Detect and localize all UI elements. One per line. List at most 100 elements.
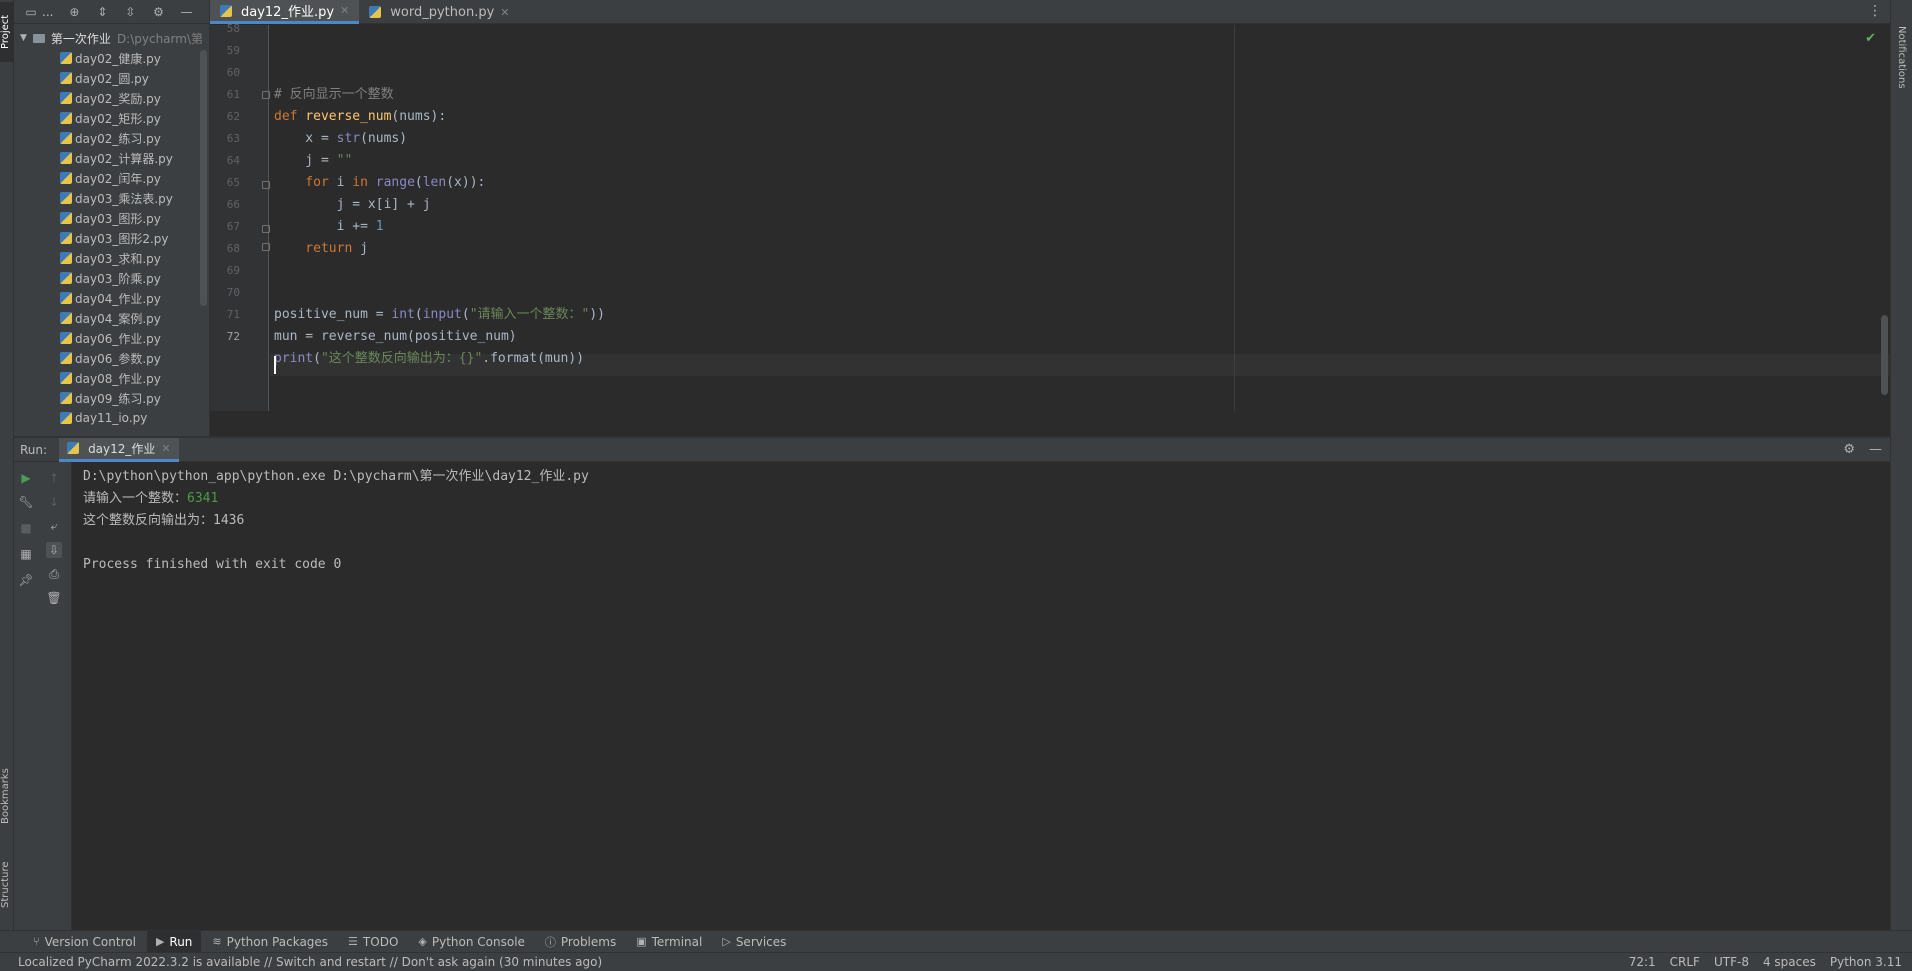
project-file-item[interactable]: day03_图形.py <box>14 208 209 228</box>
terminal-button[interactable]: ▣ Terminal <box>627 931 711 953</box>
project-file-item[interactable]: day06_作业.py <box>14 328 209 348</box>
print-icon[interactable]: ⎙ <box>46 566 62 582</box>
tab-label: day12_作业.py <box>241 5 335 20</box>
project-file-item[interactable]: day03_求和.py <box>14 248 209 268</box>
pin-icon[interactable]: 📌︎ <box>18 572 34 588</box>
project-file-item[interactable]: day08_作业.py <box>14 368 209 388</box>
project-file-label: day03_乘法表.py <box>75 191 173 206</box>
python-console-label: Python Console <box>431 934 525 949</box>
console-output-line: 这个整数反向输出为：1436 <box>83 513 245 528</box>
caret-position[interactable]: 72:1 <box>1629 955 1656 969</box>
line-number: 65 <box>226 176 240 189</box>
collapse-all-icon[interactable]: ⇳ <box>123 5 137 19</box>
problems-button[interactable]: ⓘ Problems <box>536 931 625 953</box>
line-number-gutter[interactable]: 58 59 60 61 62 63 64 65 66 67 68 69 70 71 72 <box>210 22 270 411</box>
version-control-label: Version Control <box>44 934 136 949</box>
fold-marker-icon[interactable] <box>262 225 270 233</box>
run-tool-button[interactable]: ▶ Run <box>146 930 202 953</box>
locate-icon[interactable]: ⊕ <box>67 5 81 19</box>
project-file-item[interactable]: day09_练习.py <box>14 388 209 408</box>
close-icon[interactable]: ✕ <box>500 6 509 19</box>
wrench-icon[interactable]: 🔧︎ <box>18 494 34 510</box>
python-file-icon <box>60 372 72 384</box>
project-file-item[interactable]: day02_练习.py <box>14 128 209 148</box>
chevron-down-icon[interactable]: ▼ <box>20 33 27 43</box>
notifications-tool-tab[interactable]: Notifications <box>1896 26 1907 89</box>
tree-root-folder[interactable]: ▼ 第一次作业 D:\pycharm\第 <box>14 28 209 48</box>
python-file-icon <box>60 252 72 264</box>
run-config-tab[interactable]: day12_作业 ✕ <box>59 437 179 462</box>
project-file-item[interactable]: day04_案例.py <box>14 308 209 328</box>
bookmarks-tool-tab[interactable]: Bookmarks <box>0 756 14 836</box>
python-console-button[interactable]: ◈ Python Console <box>409 931 534 953</box>
keyword-token: return <box>274 241 353 256</box>
hide-icon[interactable]: — <box>179 5 193 19</box>
project-file-item[interactable]: day04_作业.py <box>14 288 209 308</box>
code-editor[interactable]: 58 59 60 61 62 63 64 65 66 67 68 69 70 71 72 # 反向显示一个整… <box>210 22 1890 411</box>
indent-setting[interactable]: 4 spaces <box>1763 955 1816 969</box>
project-view-title[interactable]: ... <box>42 5 53 19</box>
arrow-down-icon[interactable]: ↓ <box>46 494 62 510</box>
stop-icon[interactable]: ■ <box>18 520 34 536</box>
project-tool-tab[interactable]: Project <box>0 2 14 62</box>
project-file-item[interactable]: day02_矩形.py <box>14 108 209 128</box>
project-file-item[interactable]: day02_计算器.py <box>14 148 209 168</box>
python-file-icon <box>67 442 80 454</box>
editor-scrollbar[interactable] <box>1881 315 1888 395</box>
fold-marker-icon[interactable] <box>262 181 270 189</box>
file-encoding[interactable]: UTF-8 <box>1714 955 1749 969</box>
run-console[interactable]: D:\python\python_app\python.exe D:\pycha… <box>73 462 1890 930</box>
project-file-label: day06_参数.py <box>75 351 161 366</box>
structure-tool-tab[interactable]: Structure <box>0 850 14 920</box>
project-file-item[interactable]: day11_io.py <box>14 408 209 428</box>
project-file-item[interactable]: day03_乘法表.py <box>14 188 209 208</box>
fold-marker-icon[interactable] <box>262 91 270 99</box>
code-token: i <box>328 175 353 190</box>
play-icon: ▶ <box>155 935 165 948</box>
project-file-item[interactable]: day02_闰年.py <box>14 168 209 188</box>
project-file-item[interactable]: day02_圆.py <box>14 68 209 88</box>
gear-icon[interactable]: ⚙ <box>151 5 165 19</box>
close-icon[interactable]: ✕ <box>340 4 349 17</box>
project-file-item[interactable]: day02_健康.py <box>14 48 209 68</box>
python-interpreter[interactable]: Python 3.11 <box>1830 955 1902 969</box>
problems-label: Problems <box>560 934 617 949</box>
scroll-to-end-icon[interactable]: ⇩ <box>46 542 62 558</box>
version-control-button[interactable]: ⑂ Version Control <box>24 931 145 953</box>
gear-icon[interactable]: ⚙ <box>1843 442 1855 457</box>
project-file-label: day02_闰年.py <box>75 171 161 186</box>
soft-wrap-icon[interactable]: ⤶ <box>46 518 62 534</box>
project-file-item[interactable]: day03_图形2.py <box>14 228 209 248</box>
services-button[interactable]: ▷ Services <box>713 931 795 953</box>
code-token: positive_num = <box>274 307 392 322</box>
project-file-item[interactable]: day06_参数.py <box>14 348 209 368</box>
python-file-icon <box>60 412 72 424</box>
expand-all-icon[interactable]: ⇕ <box>95 5 109 19</box>
tab-word-python[interactable]: word_python.py ✕ <box>359 0 519 24</box>
right-margin-guide <box>1234 25 1235 411</box>
tree-scrollbar[interactable] <box>200 50 207 306</box>
console-prompt: 请输入一个整数： <box>83 491 188 506</box>
hide-icon[interactable]: — <box>1869 442 1882 457</box>
console-command-line: D:\python\python_app\python.exe D:\pycha… <box>83 469 589 484</box>
code-token: (nums): <box>391 109 447 124</box>
line-separator[interactable]: CRLF <box>1670 955 1700 969</box>
python-packages-button[interactable]: ≋ Python Packages <box>203 931 337 953</box>
project-file-item[interactable]: day02_奖励.py <box>14 88 209 108</box>
todo-button[interactable]: ☰ TODO <box>339 931 407 953</box>
python-file-icon <box>60 132 72 144</box>
fold-marker-icon[interactable] <box>262 243 270 251</box>
more-icon[interactable]: ⋮ <box>1868 3 1882 19</box>
trash-icon[interactable]: 🗑︎ <box>46 590 62 606</box>
project-file-item[interactable]: day03_阶乘.py <box>14 268 209 288</box>
rerun-icon[interactable]: ▶ <box>18 470 34 486</box>
arrow-up-icon[interactable]: ↑ <box>46 470 62 486</box>
close-icon[interactable]: ✕ <box>161 442 170 455</box>
python-file-icon <box>60 92 72 104</box>
layout-icon[interactable]: ▦ <box>18 546 34 562</box>
inspection-ok-icon[interactable]: ✔ <box>1865 31 1876 46</box>
status-message[interactable]: Localized PyCharm 2022.3.2 is available … <box>0 955 1629 969</box>
project-view-icon[interactable]: ▭ <box>24 5 38 19</box>
project-file-label: day02_圆.py <box>75 71 149 86</box>
terminal-label: Terminal <box>651 934 703 949</box>
